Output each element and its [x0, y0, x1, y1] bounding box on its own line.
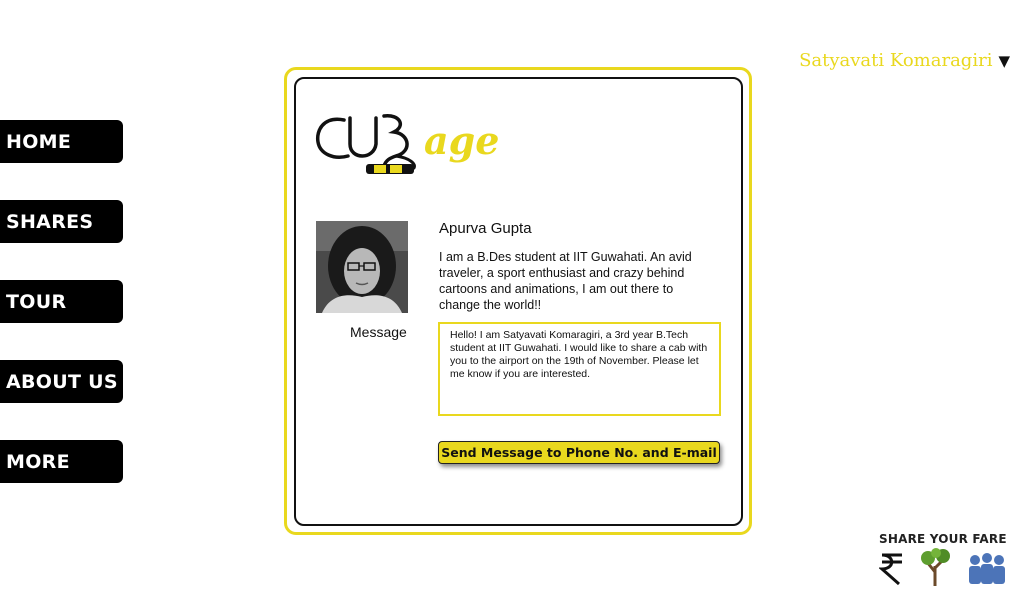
user-name: Satyavati Komaragiri — [799, 50, 993, 71]
nav-more-button[interactable]: MORE — [0, 440, 123, 483]
nav-item-label: SHARES — [6, 210, 94, 233]
people-icon — [967, 552, 1007, 591]
nav-home-button[interactable]: HOME — [0, 120, 123, 163]
share-your-fare-logo: SHARE YOUR FARE — [878, 532, 1011, 591]
message-textarea[interactable]: Hello! I am Satyavati Komaragiri, a 3rd … — [438, 322, 721, 416]
nav-item-label: ABOUT US — [6, 370, 118, 393]
message-label: Message — [350, 324, 407, 340]
nav-shares-button[interactable]: SHARES — [0, 200, 123, 243]
profile-name: Apurva Gupta — [439, 220, 532, 237]
chevron-down-icon: ▼ — [998, 51, 1010, 70]
footer-title: SHARE YOUR FARE — [879, 532, 1007, 546]
nav-item-label: MORE — [6, 450, 70, 473]
avatar — [316, 221, 408, 313]
nav-about-us-button[interactable]: ABOUT US — [0, 360, 123, 403]
tree-icon — [919, 548, 953, 591]
user-menu[interactable]: Satyavati Komaragiri ▼ — [799, 50, 1010, 71]
nav-item-label: TOUR — [6, 290, 67, 313]
rupee-icon — [878, 552, 905, 591]
send-message-label: Send Message to Phone No. and E-mail — [441, 445, 717, 460]
send-message-button[interactable]: Send Message to Phone No. and E-mail — [438, 441, 720, 464]
nav-tour-button[interactable]: TOUR — [0, 280, 123, 323]
side-nav: HOME SHARES TOUR ABOUT US MORE — [0, 120, 123, 520]
cabsage-logo: age — [314, 108, 504, 183]
profile-bio: I am a B.Des student at IIT Guwahati. An… — [439, 250, 692, 312]
svg-text:age: age — [424, 118, 499, 163]
nav-item-label: HOME — [6, 130, 72, 153]
